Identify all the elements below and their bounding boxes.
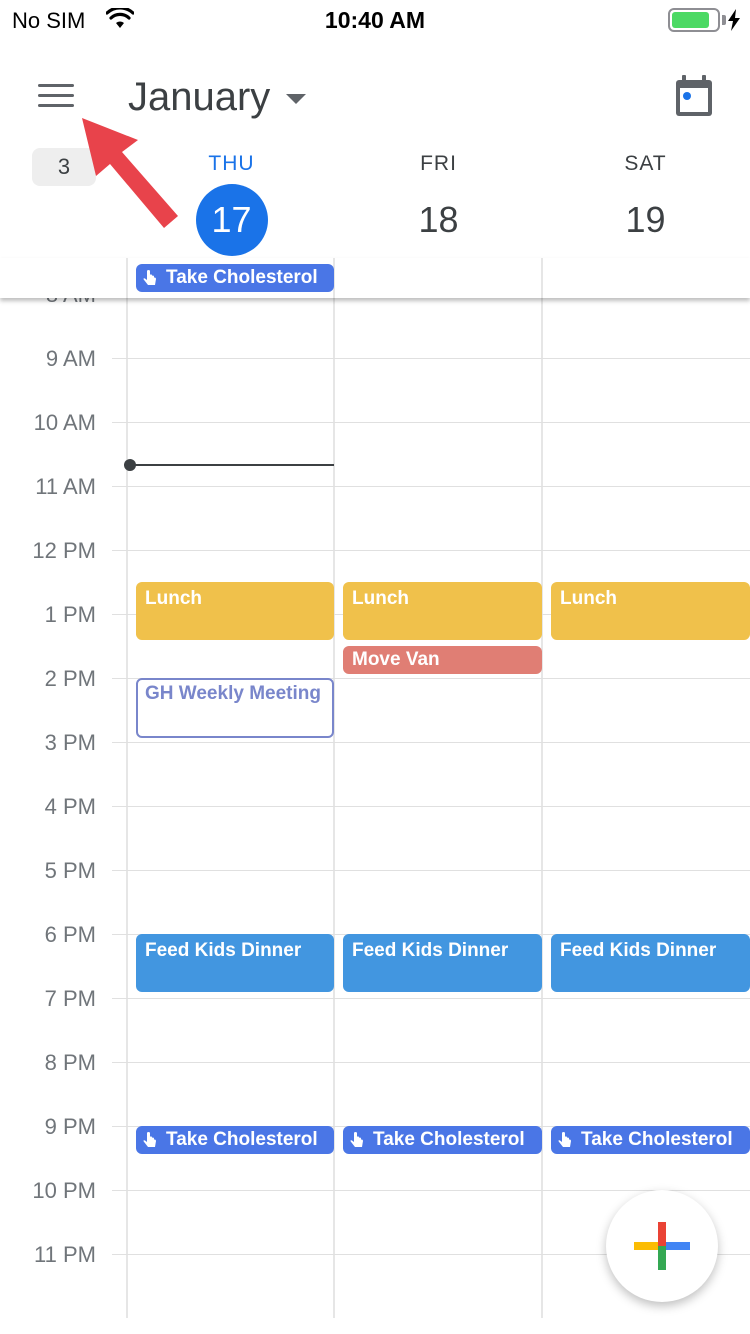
- event-title: Take Cholesterol: [166, 267, 318, 288]
- all-day-row: Take Cholesterol: [0, 258, 750, 298]
- hour-label: 9 AM: [45, 346, 96, 371]
- event-take-cholesterol-thu[interactable]: Take Cholesterol: [136, 1126, 334, 1154]
- hamburger-menu-icon: [38, 84, 74, 87]
- clock: 10:40 AM: [324, 7, 426, 33]
- charging-bolt-icon: [728, 9, 740, 31]
- today-button[interactable]: [670, 72, 718, 120]
- day-number: 19: [625, 199, 666, 240]
- event-feed-kids-dinner-sat[interactable]: Feed Kids Dinner: [551, 934, 750, 992]
- hour-label: 8 PM: [44, 1050, 96, 1075]
- event-title: Feed Kids Dinner: [560, 940, 717, 961]
- event-title: Take Cholesterol: [373, 1129, 525, 1150]
- hour-label: 11 AM: [35, 474, 96, 499]
- event-lunch-fri[interactable]: Lunch: [343, 582, 542, 640]
- event-title: Feed Kids Dinner: [352, 940, 509, 961]
- event-title: Take Cholesterol: [581, 1129, 733, 1150]
- task-reminder-icon: [558, 1131, 571, 1147]
- day-header-sat[interactable]: SAT 19: [542, 152, 749, 256]
- create-event-button[interactable]: [606, 1190, 718, 1302]
- event-title: Feed Kids Dinner: [145, 940, 302, 961]
- hour-label: 6 PM: [44, 922, 96, 947]
- hour-label: 7 PM: [44, 986, 96, 1011]
- hour-label: 5 PM: [44, 858, 96, 883]
- event-feed-kids-dinner-fri[interactable]: Feed Kids Dinner: [343, 934, 542, 992]
- event-title: Move Van: [352, 649, 440, 670]
- event-feed-kids-dinner-thu[interactable]: Feed Kids Dinner: [136, 934, 334, 992]
- event-lunch-thu[interactable]: Lunch: [136, 582, 334, 640]
- event-title: Take Cholesterol: [166, 1129, 318, 1150]
- hour-label: 10 PM: [32, 1178, 96, 1203]
- hour-label: 3 PM: [44, 730, 96, 755]
- event-title: Lunch: [145, 588, 202, 609]
- battery-level: [672, 12, 710, 28]
- hour-label: 2 PM: [44, 666, 96, 691]
- event-title: GH Weekly Meeting: [145, 683, 321, 704]
- event-take-cholesterol-allday[interactable]: Take Cholesterol: [136, 264, 334, 292]
- hour-label: 12 PM: [32, 538, 96, 563]
- current-time-line: [128, 464, 334, 466]
- event-lunch-sat[interactable]: Lunch: [551, 582, 750, 640]
- battery-icon: [668, 8, 720, 32]
- status-bar: No SIM 10:40 AM: [0, 0, 750, 40]
- day-number: 18: [418, 199, 459, 240]
- task-reminder-icon: [143, 1131, 156, 1147]
- day-header-fri[interactable]: FRI 18: [335, 152, 542, 256]
- task-reminder-icon: [350, 1131, 363, 1147]
- event-take-cholesterol-fri[interactable]: Take Cholesterol: [343, 1126, 542, 1154]
- event-title: Lunch: [560, 588, 617, 609]
- day-name: FRI: [420, 152, 457, 175]
- time-grid[interactable]: 8 AM 9 AM 10 AM 11 AM 12 PM 1 PM 2 PM 3 …: [0, 258, 750, 1318]
- hour-label: 4 PM: [44, 794, 96, 819]
- event-move-van-fri[interactable]: Move Van: [343, 646, 542, 674]
- day-name: SAT: [624, 152, 667, 175]
- event-take-cholesterol-sat[interactable]: Take Cholesterol: [551, 1126, 750, 1154]
- event-gh-weekly-meeting-thu[interactable]: GH Weekly Meeting: [136, 678, 334, 738]
- plus-icon: [634, 1222, 690, 1270]
- battery-cap: [722, 15, 726, 25]
- hour-label: 11 PM: [34, 1242, 96, 1267]
- event-title: Lunch: [352, 588, 409, 609]
- calendar-today-icon: [676, 75, 712, 116]
- hour-label: 9 PM: [44, 1114, 96, 1139]
- task-reminder-icon: [143, 269, 156, 285]
- hour-label: 10 AM: [33, 410, 96, 435]
- annotation-arrow-icon: [82, 118, 178, 228]
- hour-label: 1 PM: [44, 602, 96, 627]
- caret-down-icon: [286, 94, 307, 104]
